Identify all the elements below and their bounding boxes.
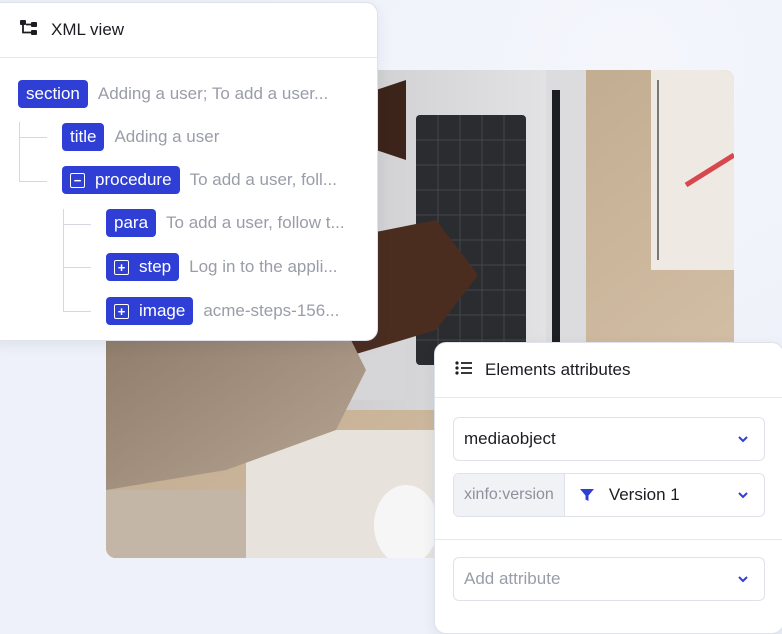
- add-attribute-placeholder: Add attribute: [464, 569, 561, 588]
- tree-structure-icon: [19, 18, 39, 43]
- attributes-title: Elements attributes: [485, 360, 631, 379]
- element-select-value: mediaobject: [464, 429, 556, 448]
- tree-node-section[interactable]: section Adding a user; To add a user...: [18, 80, 328, 108]
- tree-line: [63, 224, 91, 225]
- tree-line: [19, 137, 47, 138]
- elements-attributes-panel: Elements attributes mediaobject xinfo:ve…: [434, 342, 782, 634]
- tree-node-image[interactable]: + image acme-steps-156...: [106, 297, 339, 325]
- tag-label[interactable]: title: [62, 123, 105, 151]
- tag-text: step: [139, 257, 172, 276]
- tree-line: [63, 267, 91, 268]
- filter-icon: [579, 489, 594, 501]
- tag-label[interactable]: + step: [106, 253, 180, 281]
- tree-node-title[interactable]: title Adding a user: [62, 123, 219, 151]
- attribute-row[interactable]: xinfo:version Version 1: [453, 473, 765, 517]
- xml-view-title: XML view: [51, 20, 125, 39]
- node-preview: Log in to the appli...: [189, 257, 338, 276]
- chevron-down-icon[interactable]: [736, 488, 750, 502]
- node-preview: Adding a user: [114, 127, 220, 146]
- tree-line: [63, 311, 91, 312]
- tree-line: [19, 122, 20, 182]
- divider: [435, 539, 782, 540]
- tag-label[interactable]: + image: [106, 297, 194, 325]
- element-select[interactable]: mediaobject: [453, 417, 765, 461]
- expand-icon[interactable]: +: [114, 303, 129, 319]
- tag-label[interactable]: − procedure: [62, 166, 180, 194]
- tag-label[interactable]: para: [106, 209, 157, 237]
- node-preview: acme-steps-156...: [203, 301, 340, 320]
- tag-text: image: [139, 301, 186, 320]
- chevron-down-icon[interactable]: [736, 432, 750, 446]
- expand-icon[interactable]: +: [114, 259, 129, 275]
- node-preview: To add a user, foll...: [189, 170, 337, 189]
- attribute-name: xinfo:version: [454, 474, 565, 516]
- node-preview: To add a user, follow t...: [166, 213, 345, 232]
- xml-view-header: XML view: [0, 3, 377, 58]
- list-icon: [455, 360, 473, 381]
- tree-line: [19, 181, 47, 182]
- add-attribute-select[interactable]: Add attribute: [453, 557, 765, 601]
- attribute-value: Version 1: [608, 485, 680, 504]
- chevron-down-icon[interactable]: [736, 572, 750, 586]
- tree-node-procedure[interactable]: − procedure To add a user, foll...: [62, 166, 337, 194]
- tag-text: procedure: [95, 170, 172, 189]
- attributes-header: Elements attributes: [435, 343, 782, 398]
- tag-label[interactable]: section: [18, 80, 88, 108]
- xml-view-panel: XML view section Adding a user; To add a…: [0, 2, 378, 341]
- collapse-icon[interactable]: −: [70, 172, 85, 188]
- tree-node-para[interactable]: para To add a user, follow t...: [106, 209, 345, 237]
- tree-node-step[interactable]: + step Log in to the appli...: [106, 253, 338, 281]
- xml-tree: section Adding a user; To add a user... …: [0, 59, 377, 339]
- node-preview: Adding a user; To add a user...: [97, 84, 329, 103]
